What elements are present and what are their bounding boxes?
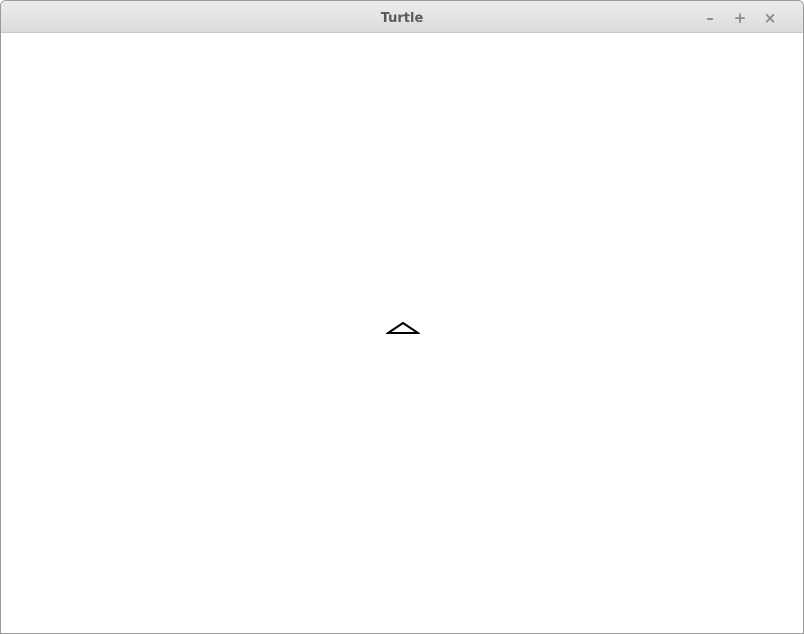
window-controls: – + ×	[699, 7, 781, 29]
maximize-button[interactable]: +	[729, 7, 751, 29]
close-button[interactable]: ×	[759, 7, 781, 29]
minimize-button[interactable]: –	[699, 7, 721, 29]
turtle-canvas[interactable]	[1, 33, 803, 633]
turtle-cursor-icon	[386, 321, 420, 334]
window-title: Turtle	[380, 11, 424, 26]
title-bar[interactable]: Turtle – + ×	[1, 1, 803, 33]
turtle-window: Turtle – + ×	[0, 0, 804, 634]
